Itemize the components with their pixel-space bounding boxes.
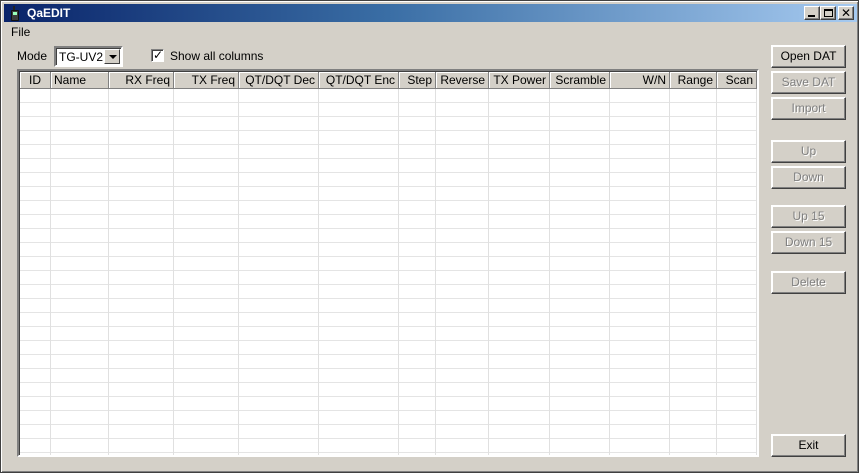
column-separator [669, 89, 670, 455]
column-separator [609, 89, 610, 455]
show-all-columns-label[interactable]: Show all columns [170, 49, 263, 63]
maximize-button[interactable] [820, 6, 836, 20]
column-separator [50, 89, 51, 455]
table-row[interactable] [20, 327, 757, 341]
column-header-rx-freq[interactable]: RX Freq [109, 72, 174, 89]
column-separator [488, 89, 489, 455]
grid-body[interactable] [20, 89, 757, 455]
table-row[interactable] [20, 257, 757, 271]
column-header-id[interactable]: ID [20, 72, 51, 89]
column-header-reverse[interactable]: Reverse [436, 72, 489, 89]
column-header-scan[interactable]: Scan [717, 72, 757, 89]
table-row[interactable] [20, 411, 757, 425]
column-header-tx-power[interactable]: TX Power [489, 72, 550, 89]
table-row[interactable] [20, 439, 757, 453]
down-button[interactable]: Down [771, 166, 846, 189]
window-controls: ✕ [804, 6, 854, 20]
mode-dropdown-button[interactable] [104, 49, 120, 64]
column-separator [318, 89, 319, 455]
table-row[interactable] [20, 369, 757, 383]
column-header-qt-dqt-dec[interactable]: QT/DQT Dec [239, 72, 319, 89]
table-row[interactable] [20, 131, 757, 145]
window-title: QaEDIT [27, 6, 71, 20]
column-separator [716, 89, 717, 455]
table-row[interactable] [20, 89, 757, 103]
table-row[interactable] [20, 229, 757, 243]
table-row[interactable] [20, 145, 757, 159]
exit-button[interactable]: Exit [771, 434, 846, 457]
app-window: QaEDIT ✕ File Mode TG-UV2 ✓ Show all col… [0, 0, 859, 473]
column-header-range[interactable]: Range [670, 72, 717, 89]
column-separator [549, 89, 550, 455]
table-row[interactable] [20, 383, 757, 397]
column-header-name[interactable]: Name [51, 72, 109, 89]
down-15-button[interactable]: Down 15 [771, 231, 846, 254]
minimize-button[interactable] [804, 6, 820, 20]
column-header-step[interactable]: Step [399, 72, 436, 89]
save-dat-button[interactable]: Save DAT [771, 71, 846, 94]
mode-select-value: TG-UV2 [59, 50, 104, 64]
show-all-columns-checkbox[interactable]: ✓ [151, 48, 164, 62]
column-separator [398, 89, 399, 455]
mode-select[interactable]: TG-UV2 [54, 46, 123, 67]
close-icon: ✕ [840, 6, 852, 20]
column-header-qt-dqt-enc[interactable]: QT/DQT Enc [319, 72, 399, 89]
chevron-down-icon [109, 55, 117, 59]
channel-grid[interactable]: ID Name RX Freq TX Freq QT/DQT Dec QT/DQ… [17, 69, 759, 457]
title-bar[interactable]: QaEDIT ✕ [4, 4, 857, 22]
column-header-tx-freq[interactable]: TX Freq [174, 72, 239, 89]
column-header-scramble[interactable]: Scramble [550, 72, 610, 89]
close-button[interactable]: ✕ [838, 6, 854, 20]
import-button[interactable]: Import [771, 97, 846, 120]
up-button[interactable]: Up [771, 140, 846, 163]
table-row[interactable] [20, 397, 757, 411]
table-row[interactable] [20, 313, 757, 327]
table-row[interactable] [20, 341, 757, 355]
grid-header: ID Name RX Freq TX Freq QT/DQT Dec QT/DQ… [20, 72, 757, 89]
column-separator [238, 89, 239, 455]
table-row[interactable] [20, 299, 757, 313]
table-row[interactable] [20, 173, 757, 187]
table-row[interactable] [20, 271, 757, 285]
column-separator [108, 89, 109, 455]
minimize-icon [808, 15, 815, 17]
menu-bar: File [4, 23, 37, 42]
radio-handset-icon [9, 5, 21, 21]
grid-viewport: ID Name RX Freq TX Freq QT/DQT Dec QT/DQ… [20, 72, 757, 455]
open-dat-button[interactable]: Open DAT [771, 45, 846, 68]
table-row[interactable] [20, 201, 757, 215]
table-row[interactable] [20, 159, 757, 173]
table-row[interactable] [20, 117, 757, 131]
column-separator [756, 89, 757, 455]
maximize-icon [824, 9, 833, 17]
column-separator [435, 89, 436, 455]
column-header-w-n[interactable]: W/N [610, 72, 670, 89]
table-row[interactable] [20, 215, 757, 229]
table-row[interactable] [20, 355, 757, 369]
mode-label: Mode [17, 49, 48, 63]
delete-button[interactable]: Delete [771, 271, 846, 294]
up-15-button[interactable]: Up 15 [771, 205, 846, 228]
table-row[interactable] [20, 425, 757, 439]
menu-file[interactable]: File [4, 23, 37, 42]
table-row[interactable] [20, 187, 757, 201]
table-row[interactable] [20, 285, 757, 299]
table-row[interactable] [20, 103, 757, 117]
table-row[interactable] [20, 243, 757, 257]
column-separator [173, 89, 174, 455]
checkmark-icon: ✓ [152, 48, 164, 62]
